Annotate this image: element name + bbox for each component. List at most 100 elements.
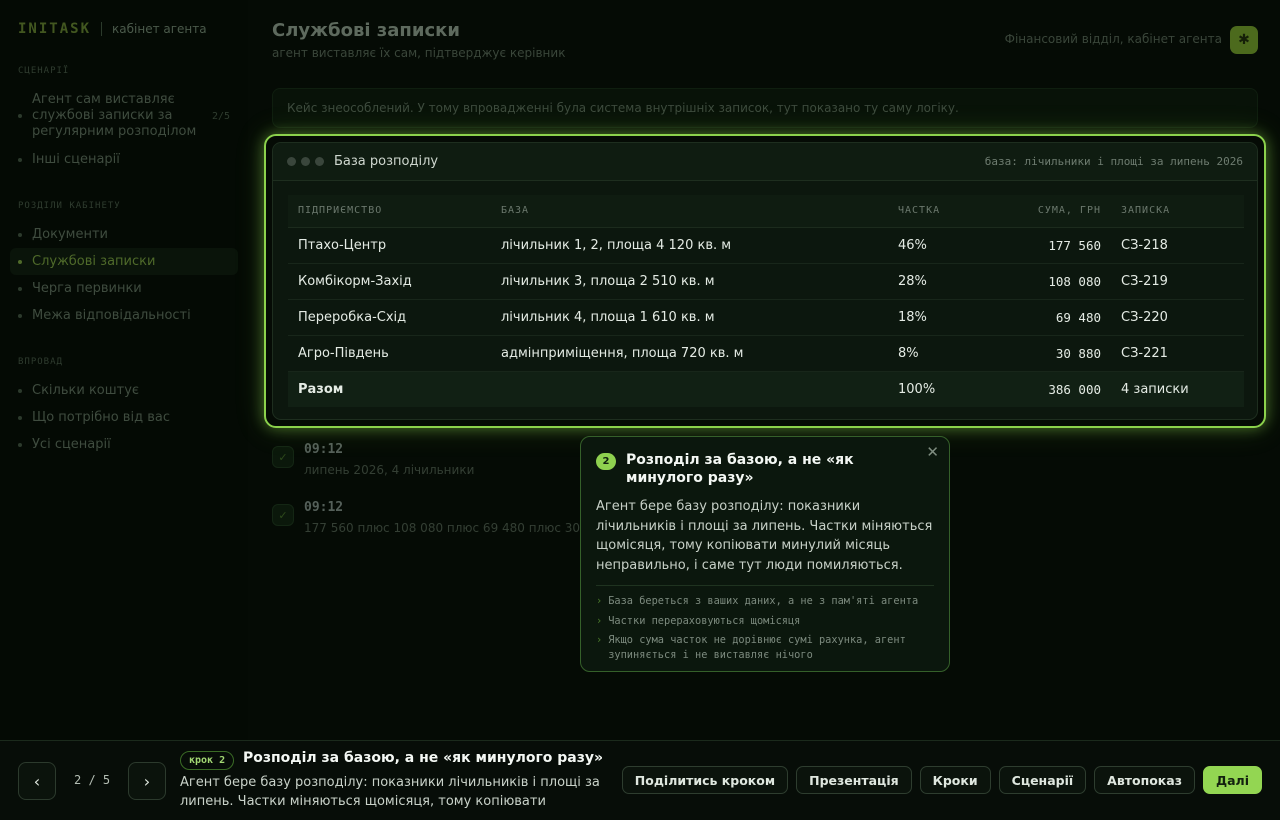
cell-amount: 69 480 bbox=[978, 299, 1111, 336]
sidebar-item-requirements[interactable]: Що потрібно від вас bbox=[10, 404, 238, 431]
column-header: ЧАСТКА bbox=[888, 195, 978, 228]
allocation-card: База розподілу база: лічильники і площі … bbox=[272, 142, 1258, 420]
step-counter: 2 / 5 bbox=[74, 773, 111, 787]
cell-total-base bbox=[491, 371, 888, 407]
bullet-icon bbox=[18, 442, 22, 447]
cell-total-amount: 386 000 bbox=[978, 371, 1111, 407]
sidebar-item-label: Що потрібно від вас bbox=[32, 410, 170, 425]
table-row: Комбікорм-Захід лічильник 3, площа 2 510… bbox=[288, 263, 1244, 300]
cell-memo: СЗ-221 bbox=[1111, 335, 1244, 372]
page-subtitle: агент виставляє їх сам, підтверджує кері… bbox=[272, 46, 566, 60]
timeline-text: 177 560 плюс 108 080 плюс 69 480 плюс 30… bbox=[304, 521, 607, 535]
cell-base: лічильник 3, площа 2 510 кв. м bbox=[491, 263, 888, 300]
check-icon: ✓ bbox=[272, 504, 294, 526]
column-header: ЗАПИСКА bbox=[1111, 195, 1244, 228]
bullet-icon bbox=[18, 114, 22, 118]
sidebar-item-responsibility[interactable]: Межа відповідальності bbox=[10, 302, 238, 329]
chevron-right-icon: › bbox=[596, 595, 603, 607]
cell-base: адмінприміщення, площа 720 кв. м bbox=[491, 335, 888, 372]
cell-company: Переробка-Схід bbox=[288, 299, 491, 336]
timeline-time: 09:12 bbox=[304, 500, 344, 515]
cell-memo: СЗ-218 bbox=[1111, 227, 1244, 264]
cell-amount: 108 080 bbox=[978, 263, 1111, 300]
sidebar-item-queue[interactable]: Черга первинки bbox=[10, 275, 238, 302]
sidebar-item-label: Скільки коштує bbox=[32, 383, 140, 398]
cell-base: лічильник 1, 2, площа 4 120 кв. м bbox=[491, 227, 888, 264]
sidebar-item-other-scenarios[interactable]: Інші сценарії bbox=[10, 146, 238, 173]
bullet-icon bbox=[18, 388, 22, 393]
next-step-arrow-button[interactable]: › bbox=[128, 762, 166, 800]
page-title: Службові записки bbox=[272, 20, 460, 41]
list-item: › Якщо сума часток не дорівнює сумі рахун… bbox=[596, 633, 934, 663]
tour-tooltip: 2 Розподіл за базою, а не «як минулого р… bbox=[580, 436, 950, 672]
bullet-icon bbox=[18, 313, 22, 318]
close-icon[interactable]: ✕ bbox=[926, 443, 939, 461]
chevron-right-icon: › bbox=[596, 634, 603, 646]
step-number-badge: 2 bbox=[596, 453, 616, 470]
sidebar-item-scenario-current[interactable]: Агент сам виставляє службові записки за … bbox=[10, 86, 238, 146]
cell-share: 18% bbox=[888, 299, 978, 336]
cell-company: Агро-Південь bbox=[288, 335, 491, 372]
bullet-icon bbox=[18, 157, 22, 162]
cell-memo: СЗ-219 bbox=[1111, 263, 1244, 300]
card-title: База розподілу bbox=[334, 154, 439, 169]
cell-base: лічильник 4, площа 1 610 кв. м bbox=[491, 299, 888, 336]
sidebar-item-label: Документи bbox=[32, 227, 108, 242]
sidebar-item-memos[interactable]: Службові записки bbox=[10, 248, 238, 275]
list-item: › База береться з ваших даних, а не з пам… bbox=[596, 594, 934, 609]
bullet-icon bbox=[18, 286, 22, 291]
divider bbox=[596, 585, 934, 586]
steps-button[interactable]: Кроки bbox=[919, 766, 991, 794]
cell-share: 28% bbox=[888, 263, 978, 300]
column-header: БАЗА bbox=[491, 195, 888, 228]
list-item: › Частки перераховуються щомісяця bbox=[596, 614, 934, 629]
sidebar-item-label: Черга первинки bbox=[32, 281, 142, 296]
column-header: СУМА, ГРН bbox=[978, 195, 1111, 228]
timeline-time: 09:12 bbox=[304, 442, 344, 457]
bullet-icon bbox=[18, 415, 22, 420]
window-dots bbox=[287, 157, 324, 166]
sidebar-item-all-scenarios[interactable]: Усі сценарії bbox=[10, 431, 238, 458]
gear-icon[interactable]: ✱ bbox=[1230, 26, 1258, 54]
table-row: Птахо-Центр лічильник 1, 2, площа 4 120 … bbox=[288, 227, 1244, 264]
column-header: ПІДПРИЄМСТВО bbox=[288, 195, 491, 228]
step-title: Розподіл за базою, а не «як минулого раз… bbox=[243, 750, 604, 766]
sidebar-item-label: Агент сам виставляє службові записки за … bbox=[32, 92, 197, 139]
step-description: Агент бере базу розподілу: показники ліч… bbox=[180, 775, 600, 809]
sidebar-item-label: Службові записки bbox=[32, 254, 156, 269]
brand-subtitle: кабінет агента bbox=[112, 22, 207, 36]
cell-total-label: Разом bbox=[288, 371, 491, 407]
next-button[interactable]: Далі bbox=[1202, 766, 1262, 794]
cell-total-memos: 4 записки bbox=[1111, 371, 1244, 407]
share-step-button[interactable]: Поділитись кроком bbox=[621, 766, 789, 794]
sidebar-item-label: Межа відповідальності bbox=[32, 308, 191, 323]
allocation-table: ПІДПРИЄМСТВО БАЗА ЧАСТКА СУМА, ГРН ЗАПИС… bbox=[288, 195, 1244, 407]
cell-amount: 30 880 bbox=[978, 335, 1111, 372]
chevron-right-icon: › bbox=[596, 614, 603, 627]
brand-logo: INITASK bbox=[18, 21, 92, 37]
presentation-button[interactable]: Презентація bbox=[796, 766, 912, 794]
sidebar-item-badge: 2/5 bbox=[211, 110, 230, 122]
sidebar-item-documents[interactable]: Документи bbox=[10, 221, 238, 248]
sidebar-section-title: РОЗДІЛИ КАБІНЕТУ bbox=[18, 201, 121, 211]
sidebar-section-title: ВПРОВАД bbox=[18, 357, 63, 367]
table-header-row: ПІДПРИЄМСТВО БАЗА ЧАСТКА СУМА, ГРН ЗАПИС… bbox=[288, 195, 1244, 228]
sidebar-section-title: СЦЕНАРІЇ bbox=[18, 66, 70, 76]
table-row: Переробка-Схід лічильник 4, площа 1 610 … bbox=[288, 299, 1244, 336]
autoplay-button[interactable]: Автопоказ bbox=[1094, 766, 1195, 794]
cell-share: 8% bbox=[888, 335, 978, 372]
scenarios-button[interactable]: Сценарії bbox=[998, 766, 1087, 794]
card-header: База розподілу база: лічильники і площі … bbox=[273, 143, 1257, 181]
list-item-text: Якщо сума часток не дорівнює сумі рахунк… bbox=[608, 634, 906, 661]
sidebar-item-pricing[interactable]: Скільки коштує bbox=[10, 377, 238, 404]
tour-actions: Поділитись кроком Презентація Кроки Сцен… bbox=[621, 766, 1262, 794]
brand: INITASK кабінет агента bbox=[10, 20, 238, 38]
timeline-text: липень 2026, 4 лічильники bbox=[304, 463, 475, 477]
tooltip-title: Розподіл за базою, а не «як минулого раз… bbox=[626, 452, 854, 486]
cell-amount: 177 560 bbox=[978, 227, 1111, 264]
prev-step-button[interactable]: ‹ bbox=[18, 762, 56, 800]
bullet-icon bbox=[18, 259, 22, 264]
tooltip-bullets: › База береться з ваших даних, а не з пам… bbox=[596, 594, 934, 663]
notice-banner: Кейс знеособлений. У тому впровадженні б… bbox=[272, 88, 1258, 128]
tooltip-body: Агент бере базу розподілу: показники ліч… bbox=[596, 499, 933, 573]
